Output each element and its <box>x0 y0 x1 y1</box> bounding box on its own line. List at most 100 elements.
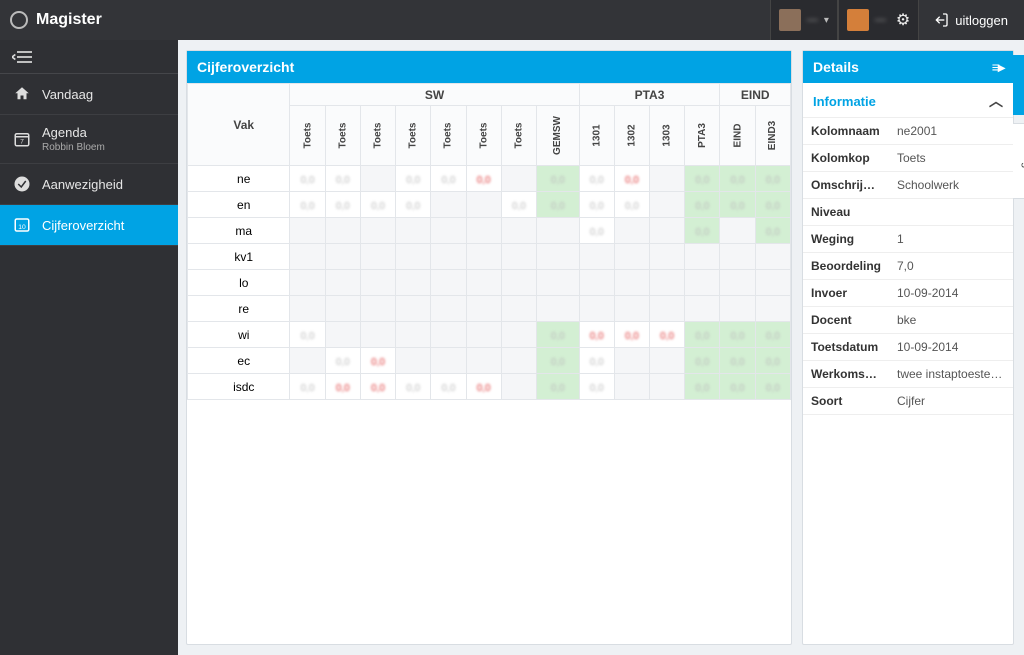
logout-button[interactable]: uitloggen <box>919 12 1014 28</box>
grade-cell[interactable]: 0,0 <box>685 374 720 400</box>
vak-cell: isdc <box>188 374 290 400</box>
column-header[interactable]: Toets <box>431 106 466 166</box>
column-group: EIND <box>720 84 791 106</box>
grade-cell[interactable]: 0,0 <box>720 322 755 348</box>
grade-cell[interactable]: 0,0 <box>755 166 790 192</box>
grade-cell[interactable]: 0,0 <box>290 192 325 218</box>
column-header[interactable]: Toets <box>396 106 431 166</box>
grade-cell <box>360 218 395 244</box>
grade-cell[interactable]: 0,0 <box>360 374 395 400</box>
grade-cell[interactable]: 0,0 <box>614 166 649 192</box>
grade-cell <box>466 322 501 348</box>
info-key: Toetsdatum <box>803 334 889 360</box>
grade-cell[interactable]: 0,0 <box>466 166 501 192</box>
info-key: Soort <box>803 388 889 414</box>
user-switcher-2[interactable]: — ⚙ <box>838 0 919 40</box>
grade-cell[interactable]: 0,0 <box>755 192 790 218</box>
gear-icon[interactable]: ⚙ <box>896 10 910 30</box>
grade-cell[interactable]: 0,0 <box>325 166 360 192</box>
grade-cell[interactable]: 0,0 <box>360 348 395 374</box>
column-header[interactable]: Toets <box>290 106 325 166</box>
grade-cell <box>614 296 649 322</box>
grade-cell[interactable]: 0,0 <box>579 166 614 192</box>
column-header[interactable]: Toets <box>325 106 360 166</box>
info-key: Weging <box>803 226 889 252</box>
details-title: Details <box>813 59 859 75</box>
grade-cell[interactable]: 0,0 <box>685 218 720 244</box>
column-header[interactable]: 1303 <box>650 106 685 166</box>
grade-cell[interactable]: 0,0 <box>720 166 755 192</box>
grade-cell[interactable]: 0,0 <box>431 374 466 400</box>
grade-cell[interactable]: 0,0 <box>579 218 614 244</box>
sidebar-item-agenda[interactable]: 7 Agenda Robbin Bloem <box>0 115 178 164</box>
grade-cell[interactable]: 0,0 <box>537 192 580 218</box>
column-header[interactable]: Toets <box>360 106 395 166</box>
column-header[interactable]: 1301 <box>579 106 614 166</box>
sidebar-item-aanwezigheid[interactable]: Aanwezigheid <box>0 164 178 205</box>
logo-circle-icon <box>10 11 28 29</box>
grade-cell[interactable]: 0,0 <box>579 192 614 218</box>
user-switcher-1[interactable]: — ▾ <box>770 0 838 40</box>
grade-cell[interactable]: 0,0 <box>755 374 790 400</box>
grade-cell[interactable]: 0,0 <box>755 348 790 374</box>
info-key: Werkomschri... <box>803 361 889 387</box>
user-name-1: — <box>807 14 818 26</box>
user-name-2: — <box>875 14 886 26</box>
grade-cell[interactable]: 0,0 <box>720 192 755 218</box>
column-header[interactable]: Toets <box>466 106 501 166</box>
grade-cell[interactable]: 0,0 <box>325 348 360 374</box>
grade-cell[interactable]: 0,0 <box>396 166 431 192</box>
column-header[interactable]: Toets <box>501 106 536 166</box>
info-row: Weging1 <box>803 226 1013 253</box>
grade-cell[interactable]: 0,0 <box>325 192 360 218</box>
grade-cell <box>685 296 720 322</box>
grade-cell[interactable]: 0,0 <box>360 192 395 218</box>
grade-cell[interactable]: 0,0 <box>755 218 790 244</box>
grade-cell[interactable]: 0,0 <box>290 374 325 400</box>
grade-cell[interactable]: 0,0 <box>396 374 431 400</box>
grade-cell[interactable]: 0,0 <box>614 192 649 218</box>
grade-cell[interactable]: 0,0 <box>685 192 720 218</box>
info-key: Kolomnaam <box>803 118 889 144</box>
grade-cell[interactable]: 0,0 <box>685 348 720 374</box>
grade-cell[interactable]: 0,0 <box>537 322 580 348</box>
side-tab-details[interactable]: Details <box>1013 55 1024 115</box>
column-header[interactable]: GEMSW <box>537 106 580 166</box>
grade-cell[interactable]: 0,0 <box>501 192 536 218</box>
grade-cell <box>650 296 685 322</box>
grade-cell[interactable]: 0,0 <box>537 374 580 400</box>
column-header[interactable]: EIND3 <box>755 106 790 166</box>
grade-cell[interactable]: 0,0 <box>614 322 649 348</box>
grade-cell[interactable]: 0,0 <box>396 192 431 218</box>
sidebar-collapse-button[interactable] <box>0 40 178 74</box>
grade-cell[interactable]: 0,0 <box>579 348 614 374</box>
grade-cell[interactable]: 0,0 <box>755 322 790 348</box>
grade-cell[interactable]: 0,0 <box>720 374 755 400</box>
grade-cell[interactable]: 0,0 <box>579 322 614 348</box>
grade-cell[interactable]: 0,0 <box>290 322 325 348</box>
grade-cell[interactable]: 0,0 <box>685 166 720 192</box>
details-section-header[interactable]: Informatie ︿ <box>803 83 1013 118</box>
grade-cell[interactable]: 0,0 <box>325 374 360 400</box>
sidebar: Vandaag 7 Agenda Robbin Bloem Aanwezighe… <box>0 40 178 655</box>
sidebar-item-vandaag[interactable]: Vandaag <box>0 74 178 115</box>
side-tab-weergave[interactable]: Weergave <box>1013 123 1024 199</box>
grade-cell[interactable]: 0,0 <box>720 348 755 374</box>
column-header[interactable]: 1302 <box>614 106 649 166</box>
grade-cell[interactable]: 0,0 <box>537 166 580 192</box>
sidebar-item-cijferoverzicht[interactable]: 10 Cijferoverzicht <box>0 205 178 246</box>
grade-cell <box>614 244 649 270</box>
grade-cell[interactable]: 0,0 <box>650 322 685 348</box>
grade-cell[interactable]: 0,0 <box>685 322 720 348</box>
grade-cell[interactable]: 0,0 <box>290 166 325 192</box>
panel-expand-icon[interactable]: ≡▸ <box>992 59 1003 76</box>
grade-cell[interactable]: 0,0 <box>579 374 614 400</box>
grade-cell[interactable]: 0,0 <box>537 348 580 374</box>
grade-cell[interactable]: 0,0 <box>431 166 466 192</box>
details-info-list: Kolomnaamne2001KolomkopToetsOmschrijving… <box>803 118 1013 415</box>
column-header[interactable]: EIND <box>720 106 755 166</box>
column-header[interactable]: PTA3 <box>685 106 720 166</box>
grade-cell <box>466 296 501 322</box>
grade-cell[interactable]: 0,0 <box>466 374 501 400</box>
grade-cell <box>360 270 395 296</box>
